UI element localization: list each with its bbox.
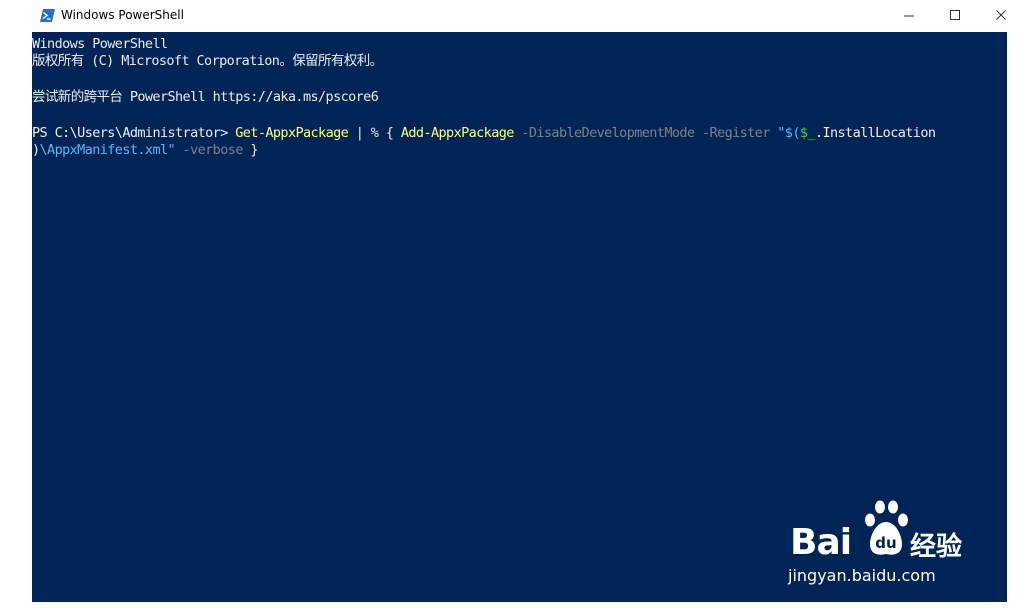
banner-line-pscore: 尝试新的跨平台 PowerShell https://aka.ms/pscore… xyxy=(32,89,379,105)
minimize-icon xyxy=(904,15,914,17)
watermark-brand-cn: 经验 xyxy=(910,532,963,562)
parameters-register: -DisableDevelopmentMode -Register xyxy=(513,125,778,141)
title-bar[interactable]: Windows PowerShell xyxy=(0,0,1029,32)
cmdlet-add-appxpackage: Add-AppxPackage xyxy=(400,125,515,141)
closing-brace: } xyxy=(250,142,258,158)
close-icon xyxy=(996,10,1006,20)
right-frame xyxy=(1007,32,1029,602)
watermark-url: jingyan.baidu.com xyxy=(788,566,936,585)
prompt-text: PS C:\Users\Administrator> xyxy=(32,125,236,141)
string-open: "$( xyxy=(777,125,800,141)
pipe-operator: | % { xyxy=(348,125,401,141)
cmdlet-get-appxpackage: Get-AppxPackage xyxy=(235,125,349,141)
watermark-brand: Bai xyxy=(790,522,852,563)
powershell-icon xyxy=(40,9,55,22)
close-button[interactable] xyxy=(978,0,1024,30)
subexpression-close: ) xyxy=(32,142,40,158)
maximize-button[interactable] xyxy=(932,0,978,30)
svg-text:du: du xyxy=(875,534,896,552)
pipeline-variable: $_ xyxy=(799,125,816,141)
minimize-button[interactable] xyxy=(886,0,932,30)
baidu-watermark: Bai du 经验 jingyan.baidu.com xyxy=(786,498,986,590)
command-line: PS C:\Users\Administrator> Get-AppxPacka… xyxy=(32,125,936,141)
powershell-window: Windows PowerShell Windows PowerShell 版权… xyxy=(0,0,1029,611)
string-manifest: \AppxManifest.xml" xyxy=(39,142,176,158)
parameter-verbose: -verbose xyxy=(175,142,251,158)
banner-line-copyright: 版权所有 (C) Microsoft Corporation。保留所有权利。 xyxy=(32,53,383,69)
baidu-paw-icon: du xyxy=(865,500,908,555)
bottom-frame xyxy=(0,602,1029,611)
maximize-icon xyxy=(950,10,960,20)
banner-line-title: Windows PowerShell xyxy=(32,36,168,52)
property-install-location: .InstallLocation xyxy=(814,125,936,141)
command-line-wrap: )\AppxManifest.xml" -verbose } xyxy=(32,142,258,158)
window-title: Windows PowerShell xyxy=(61,8,184,22)
